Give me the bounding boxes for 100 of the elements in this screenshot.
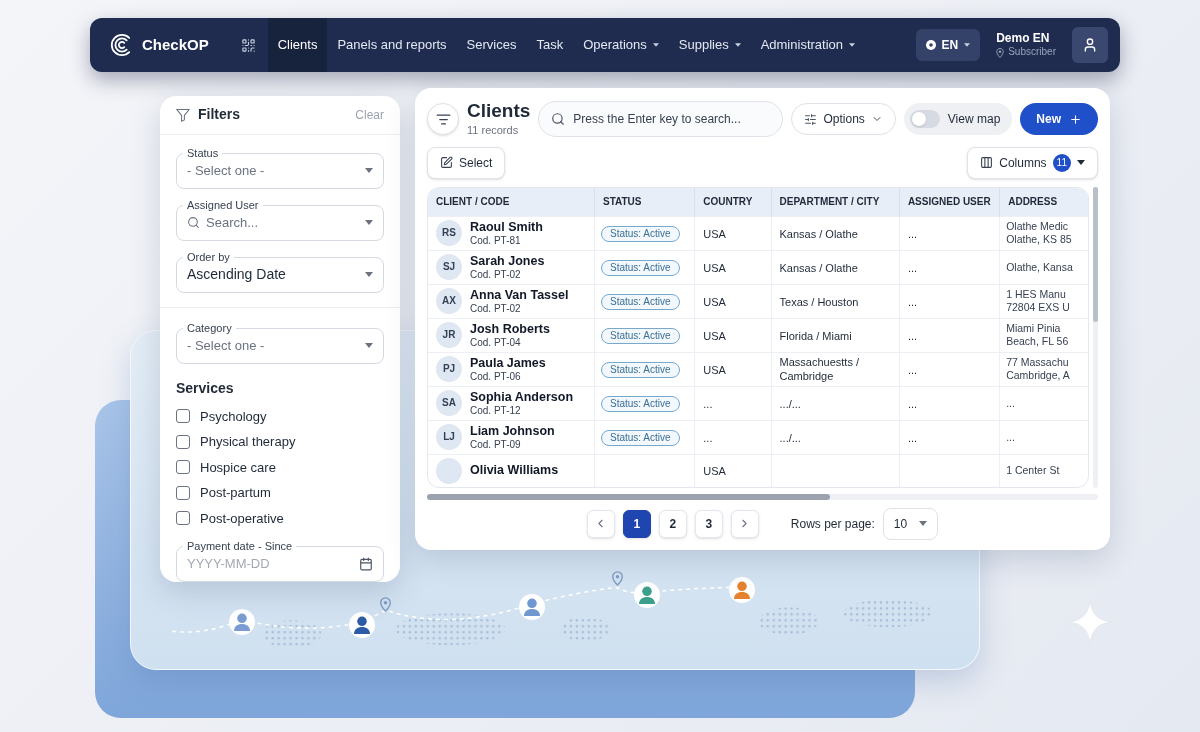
country-cell: ... xyxy=(703,396,713,411)
checkbox-label: Psychology xyxy=(200,407,267,426)
location-pin-icon xyxy=(996,47,1005,58)
column-header[interactable]: CLIENT / CODE xyxy=(428,187,595,216)
city-cell: .../... xyxy=(779,430,801,445)
date-field[interactable]: Payment date - Since YYYY-MM-DD xyxy=(176,540,384,582)
status-badge: Status: Active xyxy=(601,429,680,446)
search-icon xyxy=(551,112,566,127)
client-avatar: RS xyxy=(436,220,462,246)
person-pin-icon[interactable] xyxy=(349,612,375,638)
client-code: Cod. PT-04 xyxy=(470,336,522,349)
options-button[interactable]: Options xyxy=(791,103,896,136)
caret-icon xyxy=(919,521,928,526)
nav-tab[interactable]: Panels and reports xyxy=(327,18,457,72)
assigned-user-cell: ... xyxy=(907,362,918,377)
page-button[interactable]: 3 xyxy=(694,509,723,538)
country-cell: ... xyxy=(703,430,713,445)
checkbox[interactable] xyxy=(176,409,190,424)
city-cell: .../... xyxy=(779,396,801,411)
language-selector[interactable]: EN xyxy=(915,29,981,61)
nav-tab[interactable]: Administration xyxy=(750,18,865,72)
client-code: Cod. PT-06 xyxy=(470,370,522,383)
checkbox-label: Physical therapy xyxy=(200,433,296,451)
column-header[interactable]: ASSIGNED USER xyxy=(899,187,1000,216)
column-header[interactable]: COUNTRY xyxy=(694,187,771,216)
profile-button[interactable] xyxy=(1072,27,1108,63)
column-header[interactable]: DEPARTMENT / CITY xyxy=(771,187,900,216)
select-field[interactable]: Status - Select one - xyxy=(176,146,384,189)
address-cell-text: 1 HES Manu 72804 EXS U xyxy=(1006,288,1071,314)
view-map-toggle[interactable]: View map xyxy=(903,103,1013,136)
client-code: Cod. PT-02 xyxy=(470,302,522,315)
checkbox-label: Post-operative xyxy=(200,509,284,528)
city-cell: Texas / Houston xyxy=(779,294,859,309)
assigned-user-cell: ... xyxy=(907,260,918,275)
assigned-user-cell: ... xyxy=(907,396,918,411)
status-badge: Status: Active xyxy=(601,225,680,242)
caret-icon xyxy=(964,43,971,47)
person-pin-icon[interactable] xyxy=(229,609,255,635)
status-badge: Status: Active xyxy=(601,259,680,276)
search-icon xyxy=(187,216,200,229)
column-header[interactable]: ADDRESS xyxy=(999,187,1088,216)
assigned-user-cell: ... xyxy=(907,226,918,241)
status-badge: Status: Active xyxy=(601,293,680,310)
country-cell: USA xyxy=(703,362,726,377)
filter-icon xyxy=(435,111,451,127)
client-code: Cod. PT-09 xyxy=(470,438,522,451)
assigned-user-cell: ... xyxy=(907,294,918,309)
filter-icon xyxy=(176,107,190,122)
client-avatar: LJ xyxy=(436,424,462,450)
client-name: Paula James xyxy=(470,355,546,371)
location-pin-icon xyxy=(380,597,391,612)
select-field[interactable]: Order by Ascending Date xyxy=(176,250,384,293)
new-button[interactable]: New xyxy=(1020,103,1098,136)
horizontal-scrollbar[interactable] xyxy=(427,493,1098,500)
country-cell: USA xyxy=(703,328,726,343)
client-name: Sophia Anderson xyxy=(470,389,573,405)
assigned-user-cell: ... xyxy=(907,328,918,343)
columns-button[interactable]: Columns 11 xyxy=(967,146,1098,179)
edit-icon xyxy=(440,156,453,169)
checkbox[interactable] xyxy=(176,460,190,475)
person-pin-icon[interactable] xyxy=(519,594,545,620)
country-cell: USA xyxy=(703,226,726,241)
toggle-switch[interactable] xyxy=(909,110,940,129)
client-name: Anna Van Tassel xyxy=(470,287,569,303)
plus-icon xyxy=(1069,112,1082,126)
user-icon xyxy=(1082,37,1098,53)
user-role: Subscriber xyxy=(1008,46,1056,59)
nav-tab[interactable]: Supplies xyxy=(668,18,751,72)
rows-per-page-label: Rows per page: xyxy=(790,515,875,533)
status-badge: Status: Active xyxy=(601,361,680,378)
country-cell: USA xyxy=(703,464,726,478)
filters-title: Filters xyxy=(198,105,240,125)
qr-code-icon[interactable] xyxy=(240,37,256,53)
select-button[interactable]: Select xyxy=(427,146,506,179)
nav-tab[interactable]: Clients xyxy=(267,18,328,72)
rows-per-page-select[interactable]: 10 xyxy=(882,507,939,540)
search-field[interactable]: Press the Enter key to search... xyxy=(538,101,784,138)
sliders-icon xyxy=(804,112,818,126)
column-count-badge: 11 xyxy=(1052,153,1071,172)
person-pin-icon[interactable] xyxy=(729,577,755,603)
calendar-icon[interactable] xyxy=(359,557,373,571)
page-button[interactable]: 1 xyxy=(622,509,651,538)
person-pin-icon[interactable] xyxy=(634,582,660,608)
checkbox[interactable] xyxy=(176,511,190,526)
filter-toggle-button[interactable] xyxy=(427,103,459,136)
caret-icon xyxy=(1077,160,1085,165)
nav-tab[interactable]: Operations xyxy=(573,18,669,72)
nav-tab[interactable]: Services xyxy=(456,18,527,72)
page-title: Clients xyxy=(467,100,531,122)
page-button[interactable]: 2 xyxy=(658,509,687,538)
checkbox[interactable] xyxy=(176,434,190,449)
select-field[interactable]: Category - Select one - xyxy=(176,321,384,364)
country-cell: USA xyxy=(703,260,726,275)
brand-name: CheckOP xyxy=(142,34,209,55)
checkbox[interactable] xyxy=(176,485,190,500)
search-field[interactable]: Assigned User Search... xyxy=(176,198,384,241)
vertical-scrollbar[interactable] xyxy=(1093,186,1098,488)
nav-tab[interactable]: Task xyxy=(526,18,574,72)
column-header[interactable]: STATUS xyxy=(594,187,695,216)
services-heading: Services xyxy=(176,378,235,398)
